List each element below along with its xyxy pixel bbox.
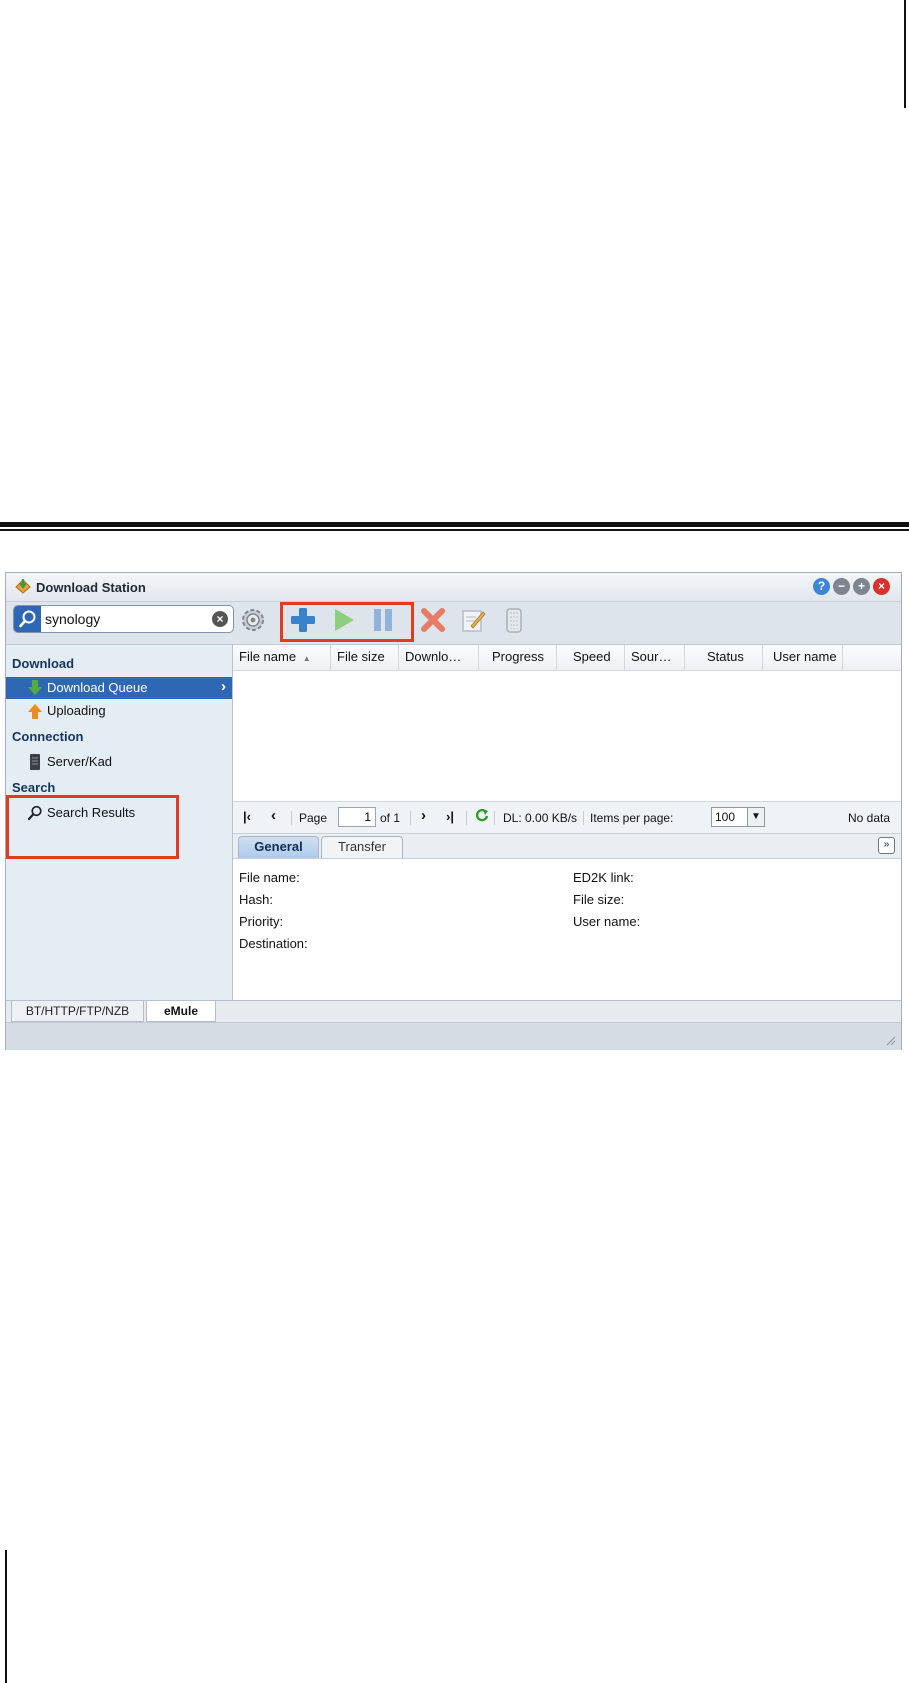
sidebar-header-connection: Connection xyxy=(12,729,84,744)
page-count-label: of 1 xyxy=(380,811,401,825)
toolbar-highlight-box xyxy=(280,602,414,642)
page-rule-thin xyxy=(0,529,909,531)
status-bar xyxy=(6,1022,901,1050)
page-edge-mark-bottom xyxy=(5,1550,7,1683)
column-header-speed[interactable]: Speed xyxy=(557,645,625,670)
separator xyxy=(410,811,411,825)
tab-emule[interactable]: eMule xyxy=(146,1001,216,1022)
sidebar-item-label: Download Queue xyxy=(47,680,148,695)
upload-arrow-icon xyxy=(28,704,42,719)
first-page-icon[interactable]: |‹ xyxy=(243,809,251,824)
clear-completed-icon[interactable] xyxy=(499,605,529,635)
clear-search-icon[interactable]: × xyxy=(212,611,228,627)
detail-ed2k-link-label: ED2K link: xyxy=(573,870,634,885)
next-page-icon[interactable]: › xyxy=(421,807,426,824)
sidebar-item-server-kad[interactable]: Server/Kad xyxy=(6,751,232,773)
download-speed-text: DL: 0.00 KB/s xyxy=(503,811,578,825)
page-label: Page xyxy=(299,811,328,825)
no-data-text: No data xyxy=(848,811,891,825)
title-bar[interactable]: Download Station ? − + × xyxy=(6,573,901,602)
chevron-right-icon: › xyxy=(221,678,226,695)
separator xyxy=(494,811,495,825)
server-icon xyxy=(30,754,40,770)
detail-user-name-label: User name: xyxy=(573,914,641,929)
help-icon[interactable]: ? xyxy=(813,578,830,595)
page-edge-mark-top xyxy=(904,0,906,108)
window-title: Download Station xyxy=(36,580,146,595)
sort-ascending-icon: ▲ xyxy=(302,654,311,663)
resize-grip-icon[interactable] xyxy=(886,1036,896,1046)
last-page-icon[interactable]: ›| xyxy=(446,809,454,824)
minimize-icon[interactable]: − xyxy=(833,578,850,595)
search-icon[interactable] xyxy=(14,606,41,632)
refresh-icon[interactable] xyxy=(475,807,489,826)
page-number-input[interactable] xyxy=(338,807,376,827)
items-per-page-select[interactable]: 100 ▼ xyxy=(711,807,765,827)
detail-file-size-label: File size: xyxy=(573,892,625,907)
bottom-tab-bar: BT/HTTP/FTP/NZB eMule xyxy=(6,1000,901,1023)
column-header-downloaded[interactable]: Downlo… xyxy=(399,645,479,670)
sidebar-header-search: Search xyxy=(12,780,56,795)
sidebar-item-uploading[interactable]: Uploading xyxy=(6,700,232,722)
download-arrow-icon xyxy=(28,680,42,695)
chevron-down-icon: ▼ xyxy=(747,808,764,826)
detail-destination-label: Destination: xyxy=(239,936,308,951)
detail-file-name-label: File name: xyxy=(239,870,300,885)
detail-priority-label: Priority: xyxy=(239,914,284,929)
download-station-window: Download Station ? − + × × xyxy=(5,572,902,1050)
page-rule-thick xyxy=(0,522,909,527)
search-box: × xyxy=(13,605,234,633)
sidebar-item-label: Server/Kad xyxy=(47,754,113,769)
separator xyxy=(291,811,292,825)
sidebar-item-label: Uploading xyxy=(47,703,106,718)
separator xyxy=(466,811,467,825)
column-header-status[interactable]: Status xyxy=(685,645,763,670)
tab-transfer[interactable]: Transfer xyxy=(321,836,403,858)
sidebar-item-download-queue[interactable]: Download Queue › xyxy=(6,677,232,699)
search-input[interactable] xyxy=(45,608,195,630)
items-per-page-label: Items per page: xyxy=(590,811,674,825)
detail-tab-bar: General Transfer » xyxy=(233,833,901,859)
delete-icon[interactable] xyxy=(418,605,448,635)
column-header-user-name[interactable]: User name xyxy=(763,645,843,670)
paging-toolbar: |‹ ‹ Page of 1 › ›| DL: 0.00 KB/s Items … xyxy=(233,801,901,834)
main-panel: File name ▲ File size Downlo… Progress S… xyxy=(233,644,901,1001)
close-icon[interactable]: × xyxy=(873,578,890,595)
sidebar-header-download: Download xyxy=(12,656,75,671)
previous-page-icon[interactable]: ‹ xyxy=(271,807,276,824)
column-header-progress[interactable]: Progress xyxy=(479,645,557,670)
tab-bt-http-ftp-nzb[interactable]: BT/HTTP/FTP/NZB xyxy=(11,1001,144,1022)
edit-icon[interactable] xyxy=(458,605,488,635)
collapse-panel-icon[interactable]: » xyxy=(878,837,895,854)
separator xyxy=(583,811,584,825)
download-station-app-icon xyxy=(15,579,31,594)
tab-general[interactable]: General xyxy=(238,836,319,858)
column-header-file-size[interactable]: File size xyxy=(331,645,399,670)
detail-hash-label: Hash: xyxy=(239,892,273,907)
column-header-sources[interactable]: Sour… xyxy=(625,645,685,670)
column-header-file-name[interactable]: File name ▲ xyxy=(233,645,331,670)
settings-gear-icon[interactable] xyxy=(238,605,268,635)
search-highlight-box xyxy=(6,795,179,859)
toolbar: × xyxy=(6,602,901,644)
sidebar: Download Download Queue › Uploading Conn… xyxy=(6,644,233,1001)
maximize-icon[interactable]: + xyxy=(853,578,870,595)
